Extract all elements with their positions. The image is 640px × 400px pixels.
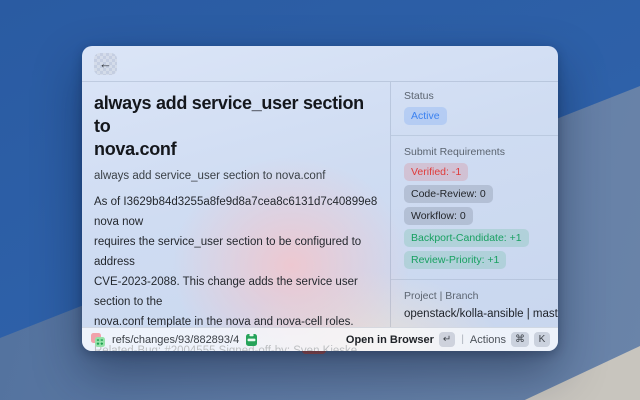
commit-message-line: CVE-2023-2088. This change adds the serv… (94, 272, 384, 312)
sidebar-divider (391, 135, 558, 136)
cmd-keycap-icon: ⌘ (511, 332, 529, 347)
page-title: always add service_user section to nova.… (94, 92, 384, 161)
status-badge-row: Active (391, 102, 558, 125)
submit-requirements-badges: Verified: -1 Code-Review: 0 Workflow: 0 … (391, 158, 558, 269)
page-title-line-1: always add service_user section to (94, 92, 384, 138)
project-branch-value: openstack/kolla-ansible | master (391, 308, 558, 320)
open-in-browser-label: Open in Browser (346, 334, 434, 346)
back-button[interactable]: ← (94, 53, 117, 75)
badge-workflow: Workflow: 0 (404, 207, 473, 225)
status-badge: Active (404, 107, 447, 125)
commit-message: As of I3629b84d3255a8fe9d8a7cea8c6131d7c… (94, 192, 384, 332)
action-bar: refs/changes/93/882893/4 Open in Browser… (82, 327, 558, 351)
back-arrow-icon: ← (99, 57, 112, 70)
commit-subject: always add service_user section to nova.… (94, 170, 384, 182)
actions-label: Actions (470, 334, 506, 346)
k-keycap-icon: K (534, 332, 550, 347)
actions-button[interactable]: Actions ⌘ K (470, 332, 550, 347)
status-label: Status (391, 90, 558, 102)
action-bar-left: refs/changes/93/882893/4 (90, 332, 340, 348)
window-content: always add service_user section to nova.… (82, 82, 558, 327)
project-branch-label: Project | Branch (391, 290, 558, 302)
copy-icon (245, 333, 258, 347)
sidebar-divider (391, 279, 558, 280)
change-ref-text: refs/changes/93/882893/4 (112, 334, 239, 346)
commit-message-line: As of I3629b84d3255a8fe9d8a7cea8c6131d7c… (94, 192, 384, 232)
metadata-sidebar: Status Active Submit Requirements Verifi… (390, 82, 558, 327)
badge-backport-candidate: Backport-Candidate: +1 (404, 229, 529, 247)
action-bar-right: Open in Browser ↵ | Actions ⌘ K (346, 332, 550, 347)
badge-review-priority: Review-Priority: +1 (404, 251, 506, 269)
open-in-browser-button[interactable]: Open in Browser ↵ (346, 332, 455, 347)
page-title-line-2: nova.conf (94, 138, 384, 161)
desktop-wallpaper: ← always add service_user section to nov… (0, 0, 640, 400)
gerrit-extension-icon (90, 332, 106, 348)
commit-message-line: requires the service_user section to be … (94, 232, 384, 272)
change-detail-pane: always add service_user section to nova.… (82, 82, 390, 327)
footer-separator: | (461, 334, 464, 345)
badge-verified: Verified: -1 (404, 163, 468, 181)
badge-code-review: Code-Review: 0 (404, 185, 493, 203)
window-header: ← (82, 46, 558, 82)
enter-keycap-icon: ↵ (439, 332, 455, 347)
gerrit-change-window: ← always add service_user section to nov… (82, 46, 558, 351)
submit-requirements-label: Submit Requirements (391, 146, 558, 158)
